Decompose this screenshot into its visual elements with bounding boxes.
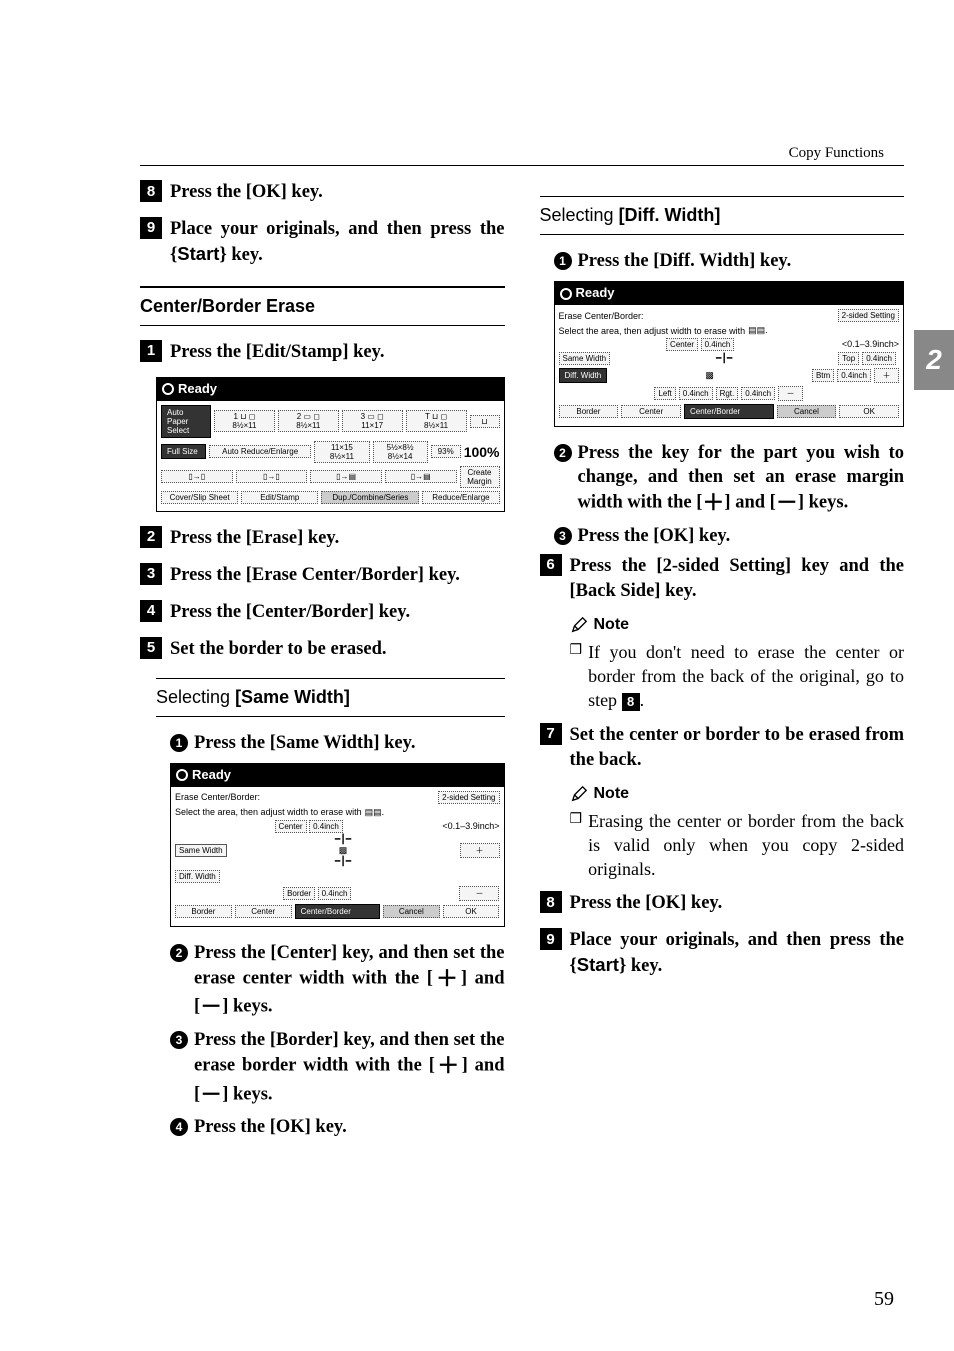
lcd1-auto-paper[interactable]: Auto Paper Select (161, 405, 211, 438)
lcd2-diff-width[interactable]: Diff. Width (175, 870, 220, 883)
r-circle-1-icon: 1 (554, 252, 572, 270)
same-width-heading: Selecting Selecting [Same Width][Same Wi… (156, 678, 505, 717)
lcd1-dup[interactable]: Dup./Combine/Series (321, 491, 419, 504)
r-substep-1: 1 Press the [Diff. Width] key. (554, 249, 905, 273)
r-substep-2: 2 Press the key for the part you wish to… (554, 441, 905, 518)
note-2-header: Note (570, 785, 905, 803)
circle-2-icon: 2 (170, 944, 188, 962)
r-step-9-icon: 9 (540, 928, 562, 950)
center-border-heading: Center/Border Erase (140, 286, 505, 326)
left-column: 8 Press the [OK] key. 9 Place your origi… (140, 180, 505, 1145)
step-8-icon: 8 (140, 180, 162, 202)
step-5-text: Set the border to be erased. (170, 637, 386, 662)
r-step-9: 9 Place your originals, and then press t… (540, 928, 905, 979)
breadcrumb: Copy Functions (789, 145, 884, 162)
lcd2-center[interactable]: Center (235, 905, 292, 918)
r-step-7-icon: 7 (540, 723, 562, 745)
substep-4: 4 Press the [OK] key. (170, 1115, 505, 1139)
lcd3-cancel[interactable]: Cancel (777, 405, 837, 418)
lcd1-edit-stamp[interactable]: Edit/Stamp (241, 491, 318, 504)
lcd3-ok[interactable]: OK (839, 405, 899, 418)
lcd2-2sided[interactable]: 2-sided Setting (438, 791, 499, 804)
chapter-tab: 2 (914, 330, 954, 390)
substep-2: 2 Press the [Center] key, and then set t… (170, 941, 505, 1022)
note-1-body: ❒ If you don't need to erase the center … (570, 640, 905, 713)
step-2: 2 Press the [Erase] key. (140, 526, 505, 551)
step-3-text: Press the [Erase Center/Border] key. (170, 563, 460, 588)
r-circle-2-icon: 2 (554, 444, 572, 462)
r-step-8-icon: 8 (540, 891, 562, 913)
step-4-text: Press the [Center/Border] key. (170, 600, 410, 625)
step-4: 4 Press the [Center/Border] key. (140, 600, 505, 625)
header-rule (140, 165, 904, 166)
step-1: 1 Press the [Edit/Stamp] key. (140, 340, 505, 365)
note-2-body: ❒ Erasing the center or border from the … (570, 809, 905, 882)
circle-4-icon: 4 (170, 1118, 188, 1136)
r-step-7-text: Set the center or border to be erased fr… (570, 723, 905, 773)
lcd2-center-border[interactable]: Center/Border (295, 904, 380, 919)
step-2-icon: 2 (140, 526, 162, 548)
r-step-6-icon: 6 (540, 554, 562, 576)
step-9-icon: 9 (140, 217, 162, 239)
lcd1-auto-reduce[interactable]: Auto Reduce/Enlarge (209, 445, 311, 458)
lcd3-center-border[interactable]: Center/Border (684, 404, 774, 419)
lcd2-ok[interactable]: OK (443, 905, 500, 918)
lcd-screenshot-3: Ready Erase Center/Border: 2-sided Setti… (554, 281, 905, 427)
diff-width-heading: Selecting [Diff. Width] (540, 196, 905, 235)
r-substep-3: 3 Press the [OK] key. (554, 524, 905, 548)
lcd3-ready-bar: Ready (554, 281, 905, 304)
lcd2-same-width[interactable]: Same Width (175, 844, 227, 857)
r-step-6-text: Press the [2-sided Setting] key and the … (570, 554, 905, 604)
lcd2-border[interactable]: Border (175, 905, 232, 918)
step-3-icon: 3 (140, 563, 162, 585)
lcd1-cover[interactable]: Cover/Slip Sheet (161, 491, 238, 504)
step-5: 5 Set the border to be erased. (140, 637, 505, 662)
step-4-icon: 4 (140, 600, 162, 622)
step-8-text: Press the [OK] key. (170, 180, 323, 205)
substep-1: 1 Press the [Same Width] key. (170, 731, 505, 755)
lcd1-create-margin[interactable]: Create Margin (460, 466, 500, 488)
page-number: 59 (874, 1288, 894, 1311)
lcd2-ready-bar: Ready (170, 763, 505, 786)
note-1-header: Note (570, 616, 905, 634)
step-9: 9 Place your originals, and then press t… (140, 217, 505, 268)
lcd1-ready-bar: Ready (156, 377, 505, 400)
step-1-text: Press the [Edit/Stamp] key. (170, 340, 384, 365)
lcd-screenshot-2: Ready Erase Center/Border: 2-sided Setti… (170, 763, 505, 927)
r-step-8-text: Press the [OK] key. (570, 891, 723, 916)
step-2-text: Press the [Erase] key. (170, 526, 339, 551)
lcd3-2sided[interactable]: 2-sided Setting (838, 309, 899, 322)
circle-3-icon: 3 (170, 1031, 188, 1049)
lcd1-fullsize[interactable]: Full Size (161, 444, 206, 459)
circle-1-icon: 1 (170, 734, 188, 752)
right-column: Selecting [Diff. Width] 1 Press the [Dif… (540, 180, 905, 1145)
step-9-text: Place your originals, and then press the… (170, 217, 505, 268)
step-3: 3 Press the [Erase Center/Border] key. (140, 563, 505, 588)
r-circle-3-icon: 3 (554, 527, 572, 545)
lcd3-diff-width[interactable]: Diff. Width (559, 368, 608, 383)
r-step-6: 6 Press the [2-sided Setting] key and th… (540, 554, 905, 604)
step-8: 8 Press the [OK] key. (140, 180, 505, 205)
lcd3-center[interactable]: Center (621, 405, 681, 418)
r-step-9-text: Place your originals, and then press the… (570, 928, 905, 979)
pencil-icon (570, 616, 588, 634)
r-step-7: 7 Set the center or border to be erased … (540, 723, 905, 773)
step-5-icon: 5 (140, 637, 162, 659)
lcd3-same-width[interactable]: Same Width (559, 352, 611, 365)
pencil-icon-2 (570, 785, 588, 803)
substep-3: 3 Press the [Border] key, and then set t… (170, 1028, 505, 1109)
lcd3-border[interactable]: Border (559, 405, 619, 418)
lcd-screenshot-1: Ready Auto Paper Select 1 ⊔ ◻8½×11 2 ▭ ◻… (156, 377, 505, 512)
step-1-icon: 1 (140, 340, 162, 362)
lcd1-reduce[interactable]: Reduce/Enlarge (422, 491, 499, 504)
r-step-8: 8 Press the [OK] key. (540, 891, 905, 916)
lcd2-cancel[interactable]: Cancel (383, 905, 440, 918)
